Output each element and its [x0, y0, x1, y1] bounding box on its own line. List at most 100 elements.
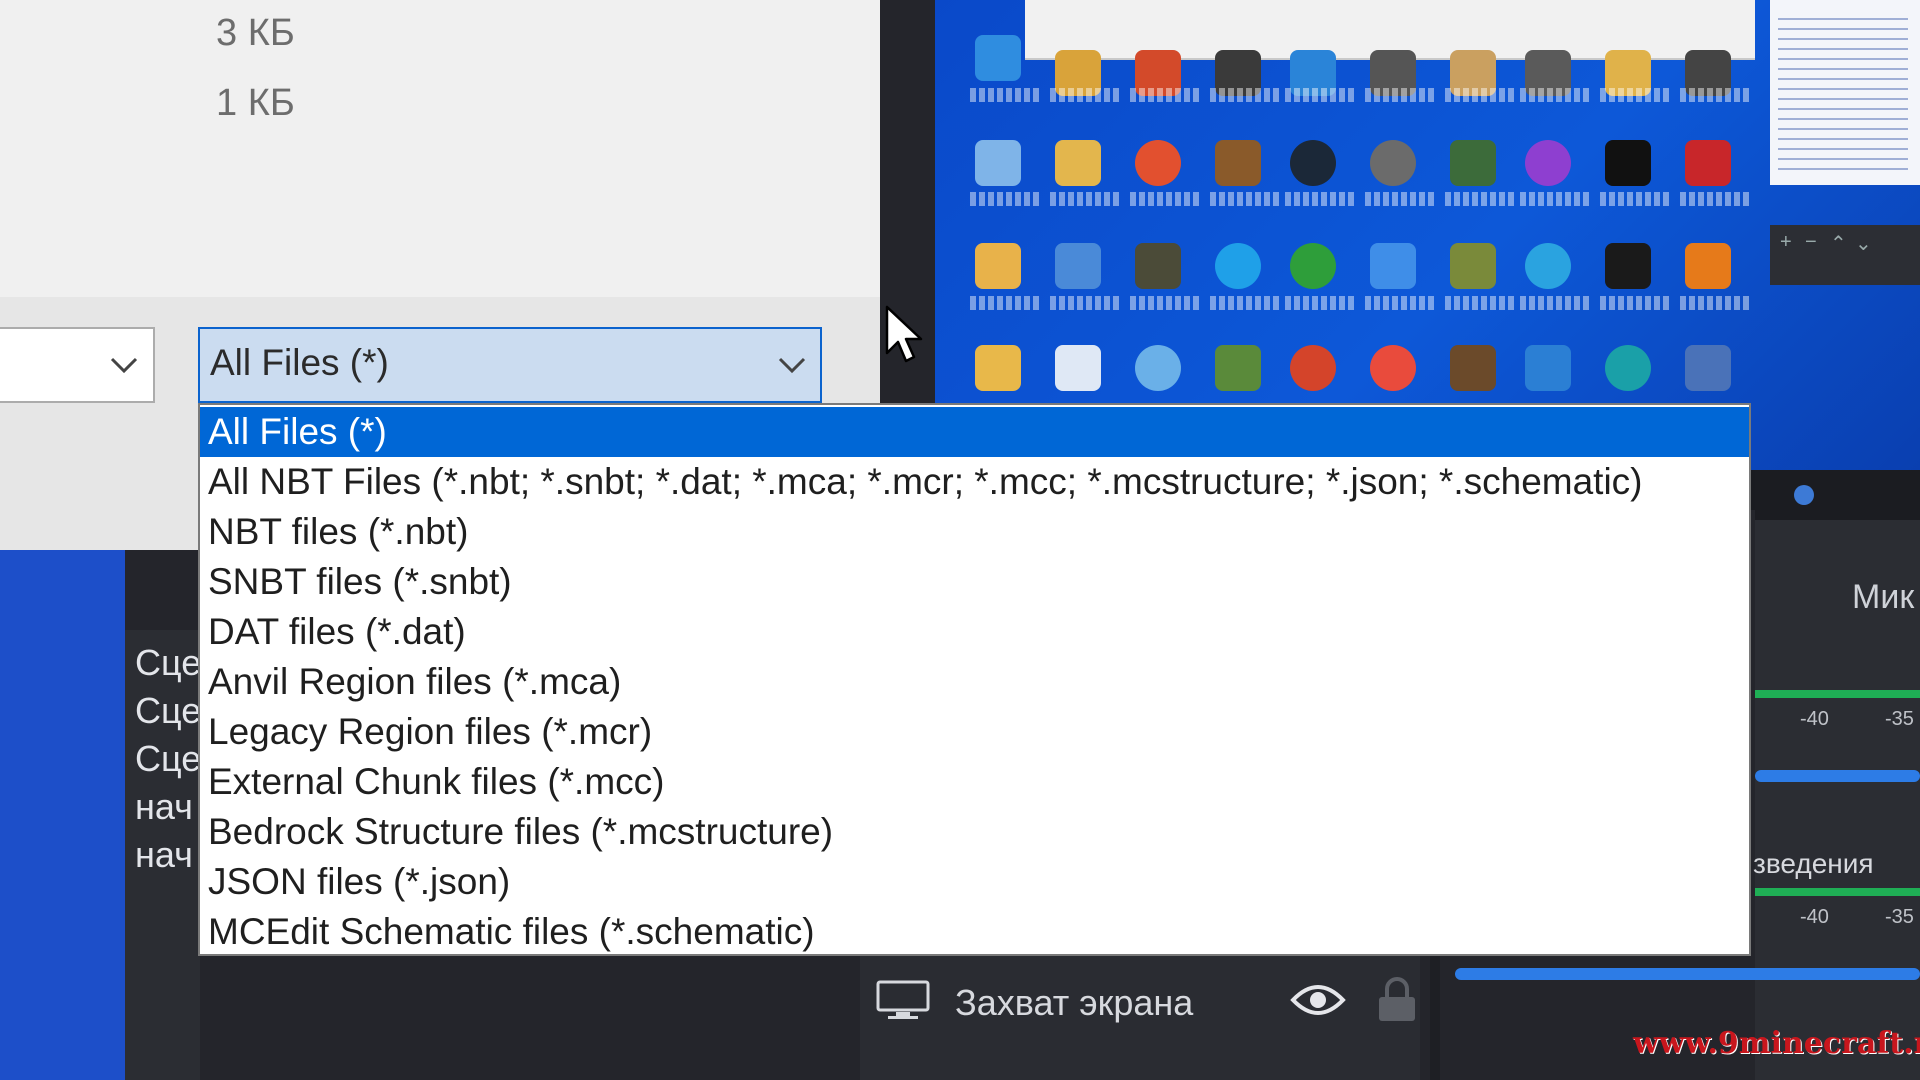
- desktop-icon-label: [1600, 88, 1670, 102]
- volume-slider[interactable]: [1755, 770, 1920, 782]
- scene-item[interactable]: Сце: [135, 642, 201, 684]
- desktop-app-icon: [1055, 345, 1101, 391]
- plus-icon: +: [1780, 231, 1792, 253]
- panel-divider: [1430, 950, 1440, 1080]
- desktop-app-icon: [1685, 345, 1731, 391]
- mixer-channel-label: зведения: [1753, 848, 1874, 879]
- file-size: 3 КБ: [216, 12, 295, 54]
- volume-meter: [1755, 690, 1920, 698]
- desktop-icon-label: [1050, 192, 1120, 206]
- desktop-icon-label: [1520, 296, 1590, 310]
- file-type-option[interactable]: Bedrock Structure files (*.mcstructure): [200, 807, 1749, 857]
- meter-tick-label: -40: [1800, 708, 1829, 730]
- file-type-option[interactable]: JSON files (*.json): [200, 857, 1749, 907]
- chevron-down-icon[interactable]: [778, 356, 806, 374]
- desktop-app-icon: [1370, 243, 1416, 289]
- desktop-icon-label: [1130, 192, 1200, 206]
- desktop-app-icon: [1525, 140, 1571, 186]
- desktop-app-icon: [1135, 243, 1181, 289]
- desktop-app-icon: [975, 35, 1021, 81]
- chevron-down-icon[interactable]: [110, 356, 138, 374]
- eye-icon[interactable]: [1290, 980, 1346, 1020]
- scene-item[interactable]: нач: [135, 786, 193, 828]
- desktop-app-icon: [1450, 140, 1496, 186]
- desktop-app-icon: [975, 345, 1021, 391]
- desktop-app-icon: [1450, 345, 1496, 391]
- preview-toolbar: + − ⌃ ⌄: [1770, 225, 1920, 285]
- volume-meter: [1755, 888, 1920, 896]
- desktop-icon-label: [1680, 192, 1750, 206]
- meter-tick-label: -40: [1800, 906, 1829, 928]
- file-type-dropdown[interactable]: All Files (*) All NBT Files (*.nbt; *.sn…: [198, 403, 1751, 956]
- desktop-icon-label: [1050, 88, 1120, 102]
- telegram-icon: [1525, 243, 1571, 289]
- file-type-option[interactable]: MCEdit Schematic files (*.schematic): [200, 907, 1749, 954]
- desktop-icon-label: [1210, 88, 1280, 102]
- desktop-app-icon: [975, 243, 1021, 289]
- desktop-app-icon: [1290, 243, 1336, 289]
- monitor-icon: [876, 980, 930, 1019]
- meter-tick-label: -35: [1885, 708, 1914, 730]
- desktop-icon-label: [1365, 88, 1435, 102]
- file-type-selected[interactable]: All Files (*): [210, 342, 389, 384]
- desktop-icon-label: [1130, 296, 1200, 310]
- obs-scenes-list[interactable]: Сце Сце Сце нач нач: [125, 630, 201, 1080]
- desktop-icon-label: [1365, 192, 1435, 206]
- mixer-title: Мик: [1852, 578, 1915, 616]
- desktop-app-icon: [1685, 140, 1731, 186]
- desktop-icon-label: [1210, 192, 1280, 206]
- meter-tick-label: -35: [1885, 906, 1914, 928]
- steam-icon: [1290, 140, 1336, 186]
- preview-taskbar: [1755, 470, 1920, 520]
- file-type-option[interactable]: NBT files (*.nbt): [200, 507, 1749, 557]
- source-name[interactable]: Захват экрана: [955, 982, 1193, 1024]
- gear-icon: [1794, 485, 1814, 505]
- desktop-icon-label: [970, 88, 1040, 102]
- desktop-app-icon: [1055, 140, 1101, 186]
- desktop-icon-label: [1285, 296, 1355, 310]
- mouse-cursor-icon: [885, 305, 923, 363]
- desktop-icon-label: [1680, 88, 1750, 102]
- desktop-app-icon: [1135, 140, 1181, 186]
- desktop-icon-label: [1520, 192, 1590, 206]
- volume-slider[interactable]: [1455, 968, 1920, 980]
- watermark: www.9minecraft.net: [1633, 1026, 1920, 1061]
- desktop-app-icon: [975, 140, 1021, 186]
- file-type-option[interactable]: Legacy Region files (*.mcr): [200, 707, 1749, 757]
- chevron-up-icon: ⌃: [1830, 233, 1847, 255]
- desktop-icon-label: [970, 192, 1040, 206]
- file-type-option[interactable]: DAT files (*.dat): [200, 607, 1749, 657]
- desktop-app-icon: [1215, 345, 1261, 391]
- scene-item[interactable]: Сце: [135, 690, 201, 732]
- desktop-icon-label: [1445, 88, 1515, 102]
- desktop-app-icon: [1605, 345, 1651, 391]
- desktop-icon-label: [1210, 296, 1280, 310]
- file-type-option[interactable]: All NBT Files (*.nbt; *.snbt; *.dat; *.m…: [200, 457, 1749, 507]
- desktop-app-icon: [1605, 140, 1651, 186]
- desktop-app-icon: [1135, 345, 1181, 391]
- desktop-icon-label: [1050, 296, 1120, 310]
- edge-icon: [1215, 243, 1261, 289]
- desktop-app-icon: [1370, 345, 1416, 391]
- preview-side-window-content: [1778, 10, 1908, 170]
- desktop-app-icon: [1055, 243, 1101, 289]
- file-type-option[interactable]: Anvil Region files (*.mca): [200, 657, 1749, 707]
- scene-item[interactable]: Сце: [135, 738, 201, 780]
- desktop-icon-label: [1600, 192, 1670, 206]
- desktop-app-icon: [1450, 243, 1496, 289]
- vscode-icon: [1525, 345, 1571, 391]
- vlc-icon: [1685, 243, 1731, 289]
- desktop-icon-label: [1680, 296, 1750, 310]
- minus-icon: −: [1805, 231, 1817, 253]
- desktop-icon-label: [1285, 192, 1355, 206]
- desktop-app-icon: [1215, 140, 1261, 186]
- obs-left-panel: [0, 550, 125, 1080]
- desktop-icon-label: [1445, 296, 1515, 310]
- file-type-option[interactable]: All Files (*): [200, 407, 1749, 457]
- file-type-option[interactable]: External Chunk files (*.mcc): [200, 757, 1749, 807]
- file-type-option[interactable]: SNBT files (*.snbt): [200, 557, 1749, 607]
- desktop-icon-label: [1365, 296, 1435, 310]
- lock-icon[interactable]: [1375, 975, 1419, 1023]
- scene-item[interactable]: нач: [135, 834, 193, 876]
- desktop-app-icon: [1290, 345, 1336, 391]
